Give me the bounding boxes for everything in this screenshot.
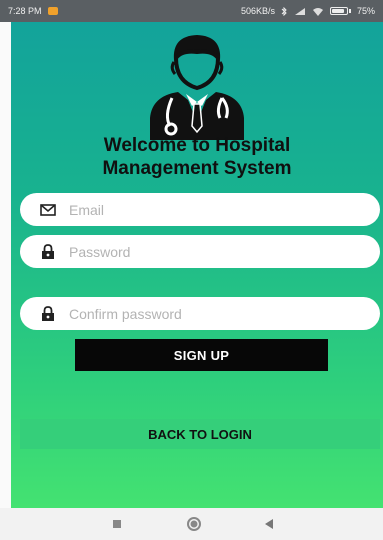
sign-up-button[interactable]: SIGN UP — [75, 339, 328, 371]
battery-icon — [329, 7, 351, 15]
app-screen: 7:28 PM 506KB/s 75% Welcome to Hospital … — [0, 0, 383, 540]
page-title: Welcome to Hospital Management System — [11, 134, 383, 180]
password-placeholder: Password — [69, 243, 131, 260]
back-to-login-button[interactable]: BACK TO LOGIN — [20, 419, 380, 449]
title-line-1: Welcome to Hospital — [103, 135, 291, 156]
signup-panel: Welcome to Hospital Management System Em… — [11, 22, 383, 508]
network-speed: 506KB/s — [240, 6, 275, 16]
status-bar: 7:28 PM 506KB/s 75% — [0, 0, 383, 22]
status-right: 506KB/s 75% — [241, 6, 375, 16]
confirm-password-placeholder: Confirm password — [69, 305, 182, 322]
email-placeholder: Email — [69, 201, 105, 218]
home-icon[interactable] — [186, 516, 202, 532]
battery-percent: 75% — [356, 6, 375, 16]
mail-icon — [39, 202, 57, 218]
lock-icon — [39, 305, 57, 322]
status-left: 7:28 PM — [8, 6, 58, 16]
confirm-password-field[interactable]: Confirm password — [20, 297, 380, 330]
signal-icon — [294, 7, 305, 15]
password-field[interactable]: Password — [20, 235, 380, 268]
back-nav-icon[interactable] — [263, 518, 275, 530]
bluetooth-icon — [281, 6, 287, 16]
recent-apps-icon[interactable] — [113, 520, 121, 528]
wifi-icon — [312, 7, 323, 16]
email-field[interactable]: Email — [20, 193, 380, 226]
notification-icon — [47, 7, 58, 15]
status-time: 7:28 PM — [8, 6, 42, 16]
lock-icon — [39, 243, 57, 260]
system-nav-bar — [0, 508, 383, 540]
doctor-icon — [150, 35, 244, 140]
title-line-2: Management System — [102, 158, 292, 179]
